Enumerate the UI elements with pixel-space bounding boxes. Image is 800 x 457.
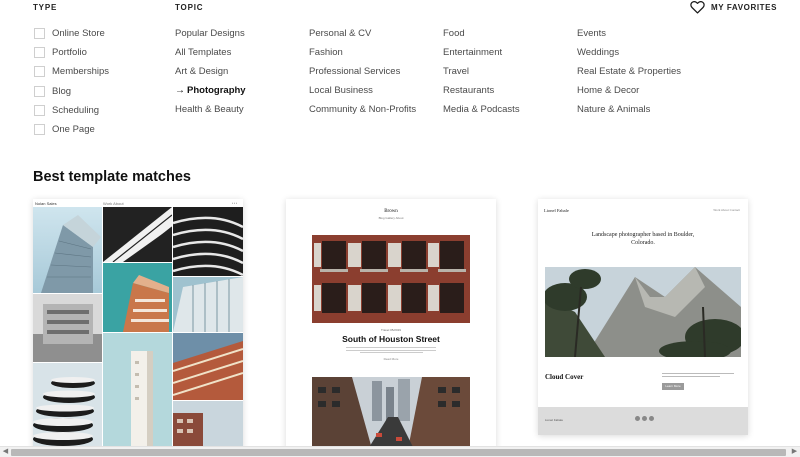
type-option-label: One Page — [52, 124, 95, 136]
mountain-landscape-photo — [545, 267, 741, 357]
post-headline: South of Houston Street — [342, 334, 440, 344]
checkbox[interactable] — [34, 47, 45, 59]
type-option-label: Online Store — [52, 28, 105, 40]
template-social-icons: • • • — [232, 201, 237, 205]
template-nav-links: Work About Contact — [713, 208, 740, 212]
type-option-label: Memberships — [52, 66, 110, 78]
type-option-online-store[interactable]: Online Store — [34, 24, 109, 43]
grid-photo — [103, 263, 172, 332]
type-option-memberships[interactable]: Memberships — [34, 62, 109, 81]
my-favorites-button[interactable]: MY FAVORITES — [690, 0, 777, 14]
topic-column-4: Events Weddings Real Estate & Properties… — [577, 24, 681, 119]
city-street-photo — [312, 377, 470, 449]
learn-more-button: Learn More — [662, 383, 684, 390]
type-option-label: Blog — [52, 85, 72, 97]
topic-heading: TOPIC — [175, 3, 204, 12]
topic-photography[interactable]: → Photography — [175, 81, 246, 100]
grid-photo — [173, 207, 243, 276]
checkbox[interactable] — [34, 85, 45, 97]
footer-brand: Lionel Fabale — [545, 418, 564, 422]
topic-entertainment[interactable]: Entertainment — [443, 43, 520, 62]
horizontal-scrollbar[interactable]: ◀ ▶ — [0, 446, 800, 457]
type-option-blog[interactable]: Blog — [34, 82, 109, 101]
topic-local-business[interactable]: Local Business — [309, 81, 416, 100]
topic-restaurants[interactable]: Restaurants — [443, 81, 520, 100]
grid-photo — [33, 363, 102, 449]
social-icon — [649, 416, 654, 421]
topic-media-podcasts[interactable]: Media & Podcasts — [443, 100, 520, 119]
brick-building-photo — [312, 235, 470, 323]
post-excerpt — [346, 347, 436, 353]
social-icon — [642, 416, 647, 421]
grid-photo — [173, 277, 243, 332]
template-brand: Lionel Fabale — [544, 208, 569, 213]
template-brand: Nolan Sales — [35, 200, 57, 206]
grid-photo — [173, 333, 243, 400]
section-subhead: Cloud Cover — [545, 373, 584, 381]
type-option-one-page[interactable]: One Page — [34, 120, 109, 139]
heart-outline-icon — [690, 1, 705, 14]
topic-column-1: Popular Designs All Templates Art & Desi… — [175, 24, 246, 119]
scroll-right-icon[interactable]: ▶ — [789, 447, 800, 457]
arrow-right-icon: → — [175, 85, 185, 97]
topic-fashion[interactable]: Fashion — [309, 43, 416, 62]
template-footer: Lionel Fabale — [538, 407, 748, 435]
checkbox[interactable] — [34, 66, 45, 78]
read-more-link: Read More — [383, 357, 399, 361]
topic-health-beauty[interactable]: Health & Beauty — [175, 100, 246, 119]
topic-art-design[interactable]: Art & Design — [175, 62, 246, 81]
template-card-2[interactable]: Brown Blog Gallery About Travel 05/2019 … — [286, 199, 496, 449]
grid-photo — [103, 333, 172, 449]
topic-personal-cv[interactable]: Personal & CV — [309, 24, 416, 43]
topic-real-estate-properties[interactable]: Real Estate & Properties — [577, 62, 681, 81]
grid-photo — [33, 207, 102, 293]
template-card-1[interactable]: Nolan Sales Work About • • • — [33, 199, 243, 449]
topic-column-3: Food Entertainment Travel Restaurants Me… — [443, 24, 520, 119]
topic-weddings[interactable]: Weddings — [577, 43, 681, 62]
section-body-text — [662, 373, 734, 379]
template-tagline: Landscape photographer based in Boulder,… — [591, 232, 695, 246]
type-option-label: Scheduling — [52, 104, 100, 116]
type-option-scheduling[interactable]: Scheduling — [34, 101, 109, 120]
scrollbar-thumb[interactable] — [11, 449, 786, 456]
topic-nature-animals[interactable]: Nature & Animals — [577, 100, 681, 119]
topic-community-non-profits[interactable]: Community & Non-Profits — [309, 100, 416, 119]
type-filter-list: Online Store Portfolio Memberships Blog … — [34, 24, 109, 139]
post-category: Travel 05/2019 — [381, 328, 401, 332]
topic-popular-designs[interactable]: Popular Designs — [175, 24, 246, 43]
topic-all-templates[interactable]: All Templates — [175, 43, 246, 62]
social-icons — [635, 416, 654, 421]
checkbox[interactable] — [34, 124, 45, 136]
grid-photo — [33, 294, 102, 362]
template-brand: Brown — [384, 209, 398, 214]
type-option-portfolio[interactable]: Portfolio — [34, 43, 109, 62]
template-nav-links: Blog Gallery About — [378, 216, 404, 220]
checkbox[interactable] — [34, 104, 45, 116]
topic-column-2: Personal & CV Fashion Professional Servi… — [309, 24, 416, 119]
type-option-label: Portfolio — [52, 47, 87, 59]
template-nav-links: Work About — [103, 201, 124, 206]
topic-events[interactable]: Events — [577, 24, 681, 43]
checkbox[interactable] — [34, 28, 45, 40]
grid-photo — [103, 207, 172, 262]
type-heading: TYPE — [33, 3, 58, 12]
template-card-3[interactable]: Lionel Fabale Work About Contact Landsca… — [538, 199, 748, 435]
my-favorites-label: MY FAVORITES — [711, 2, 778, 12]
topic-home-decor[interactable]: Home & Decor — [577, 81, 681, 100]
template-preview-nav: Nolan Sales Work About • • • — [33, 199, 243, 207]
social-icon — [635, 416, 640, 421]
grid-photo — [173, 401, 243, 449]
scroll-left-icon[interactable]: ◀ — [0, 447, 11, 457]
topic-food[interactable]: Food — [443, 24, 520, 43]
topic-professional-services[interactable]: Professional Services — [309, 62, 416, 81]
topic-travel[interactable]: Travel — [443, 62, 520, 81]
section-title: Best template matches — [33, 169, 191, 185]
topic-photography-label: Photography — [187, 85, 246, 97]
